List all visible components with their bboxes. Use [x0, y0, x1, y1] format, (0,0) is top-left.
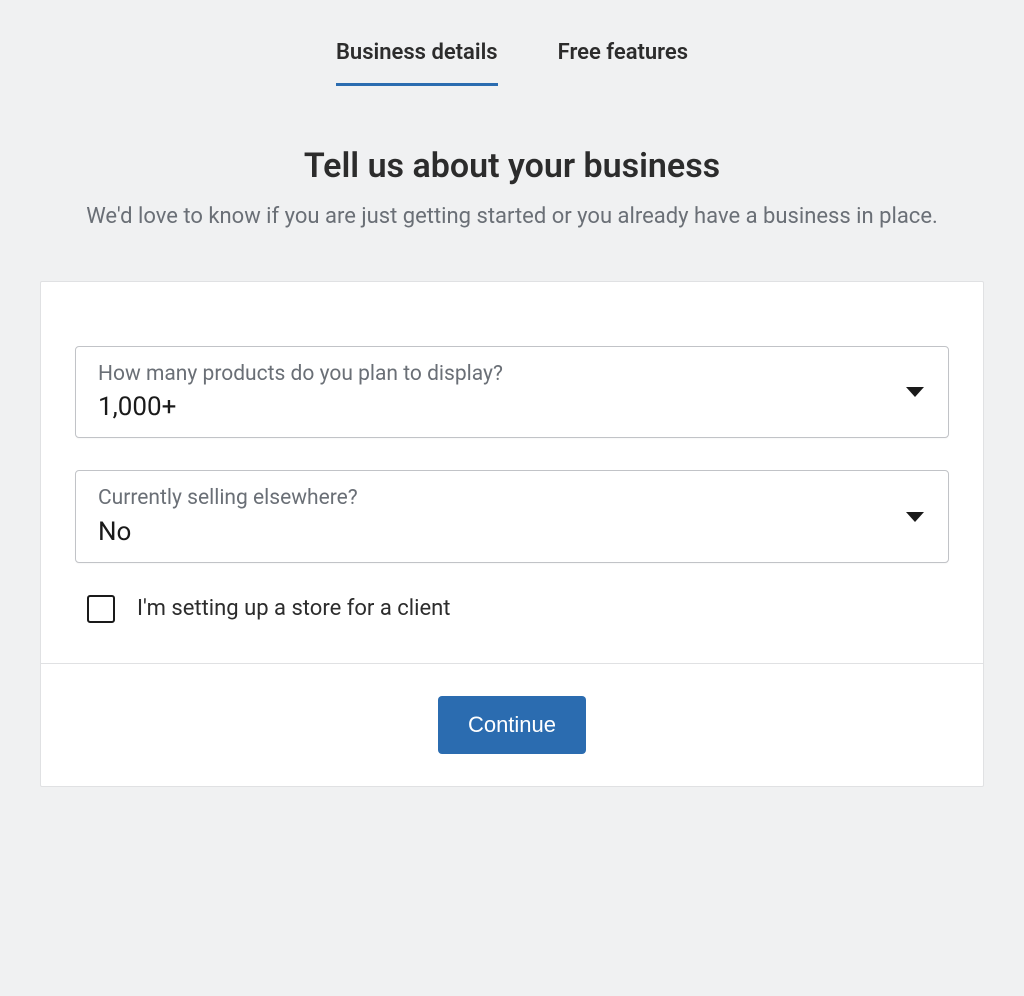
client-checkbox-label: I'm setting up a store for a client: [137, 596, 450, 621]
tab-business-details[interactable]: Business details: [336, 40, 498, 86]
form-card: How many products do you plan to display…: [40, 281, 984, 787]
continue-button[interactable]: Continue: [438, 696, 586, 754]
form-body: How many products do you plan to display…: [41, 282, 983, 663]
products-select-value: 1,000+: [98, 392, 892, 423]
page-subtitle: We'd love to know if you are just gettin…: [52, 200, 972, 233]
tabs: Business details Free features: [40, 40, 984, 86]
products-select[interactable]: How many products do you plan to display…: [75, 346, 949, 438]
tab-free-features[interactable]: Free features: [558, 40, 688, 86]
onboarding-container: Business details Free features Tell us a…: [0, 0, 1024, 787]
selling-elsewhere-select[interactable]: Currently selling elsewhere? No: [75, 470, 949, 562]
selling-elsewhere-label: Currently selling elsewhere?: [98, 485, 892, 512]
form-footer: Continue: [41, 663, 983, 786]
selling-elsewhere-value: No: [98, 517, 892, 548]
client-checkbox-row: I'm setting up a store for a client: [75, 595, 949, 623]
caret-down-icon: [906, 512, 924, 522]
products-select-label: How many products do you plan to display…: [98, 361, 892, 388]
caret-down-icon: [906, 387, 924, 397]
page-title: Tell us about your business: [40, 146, 984, 186]
client-checkbox[interactable]: [87, 595, 115, 623]
